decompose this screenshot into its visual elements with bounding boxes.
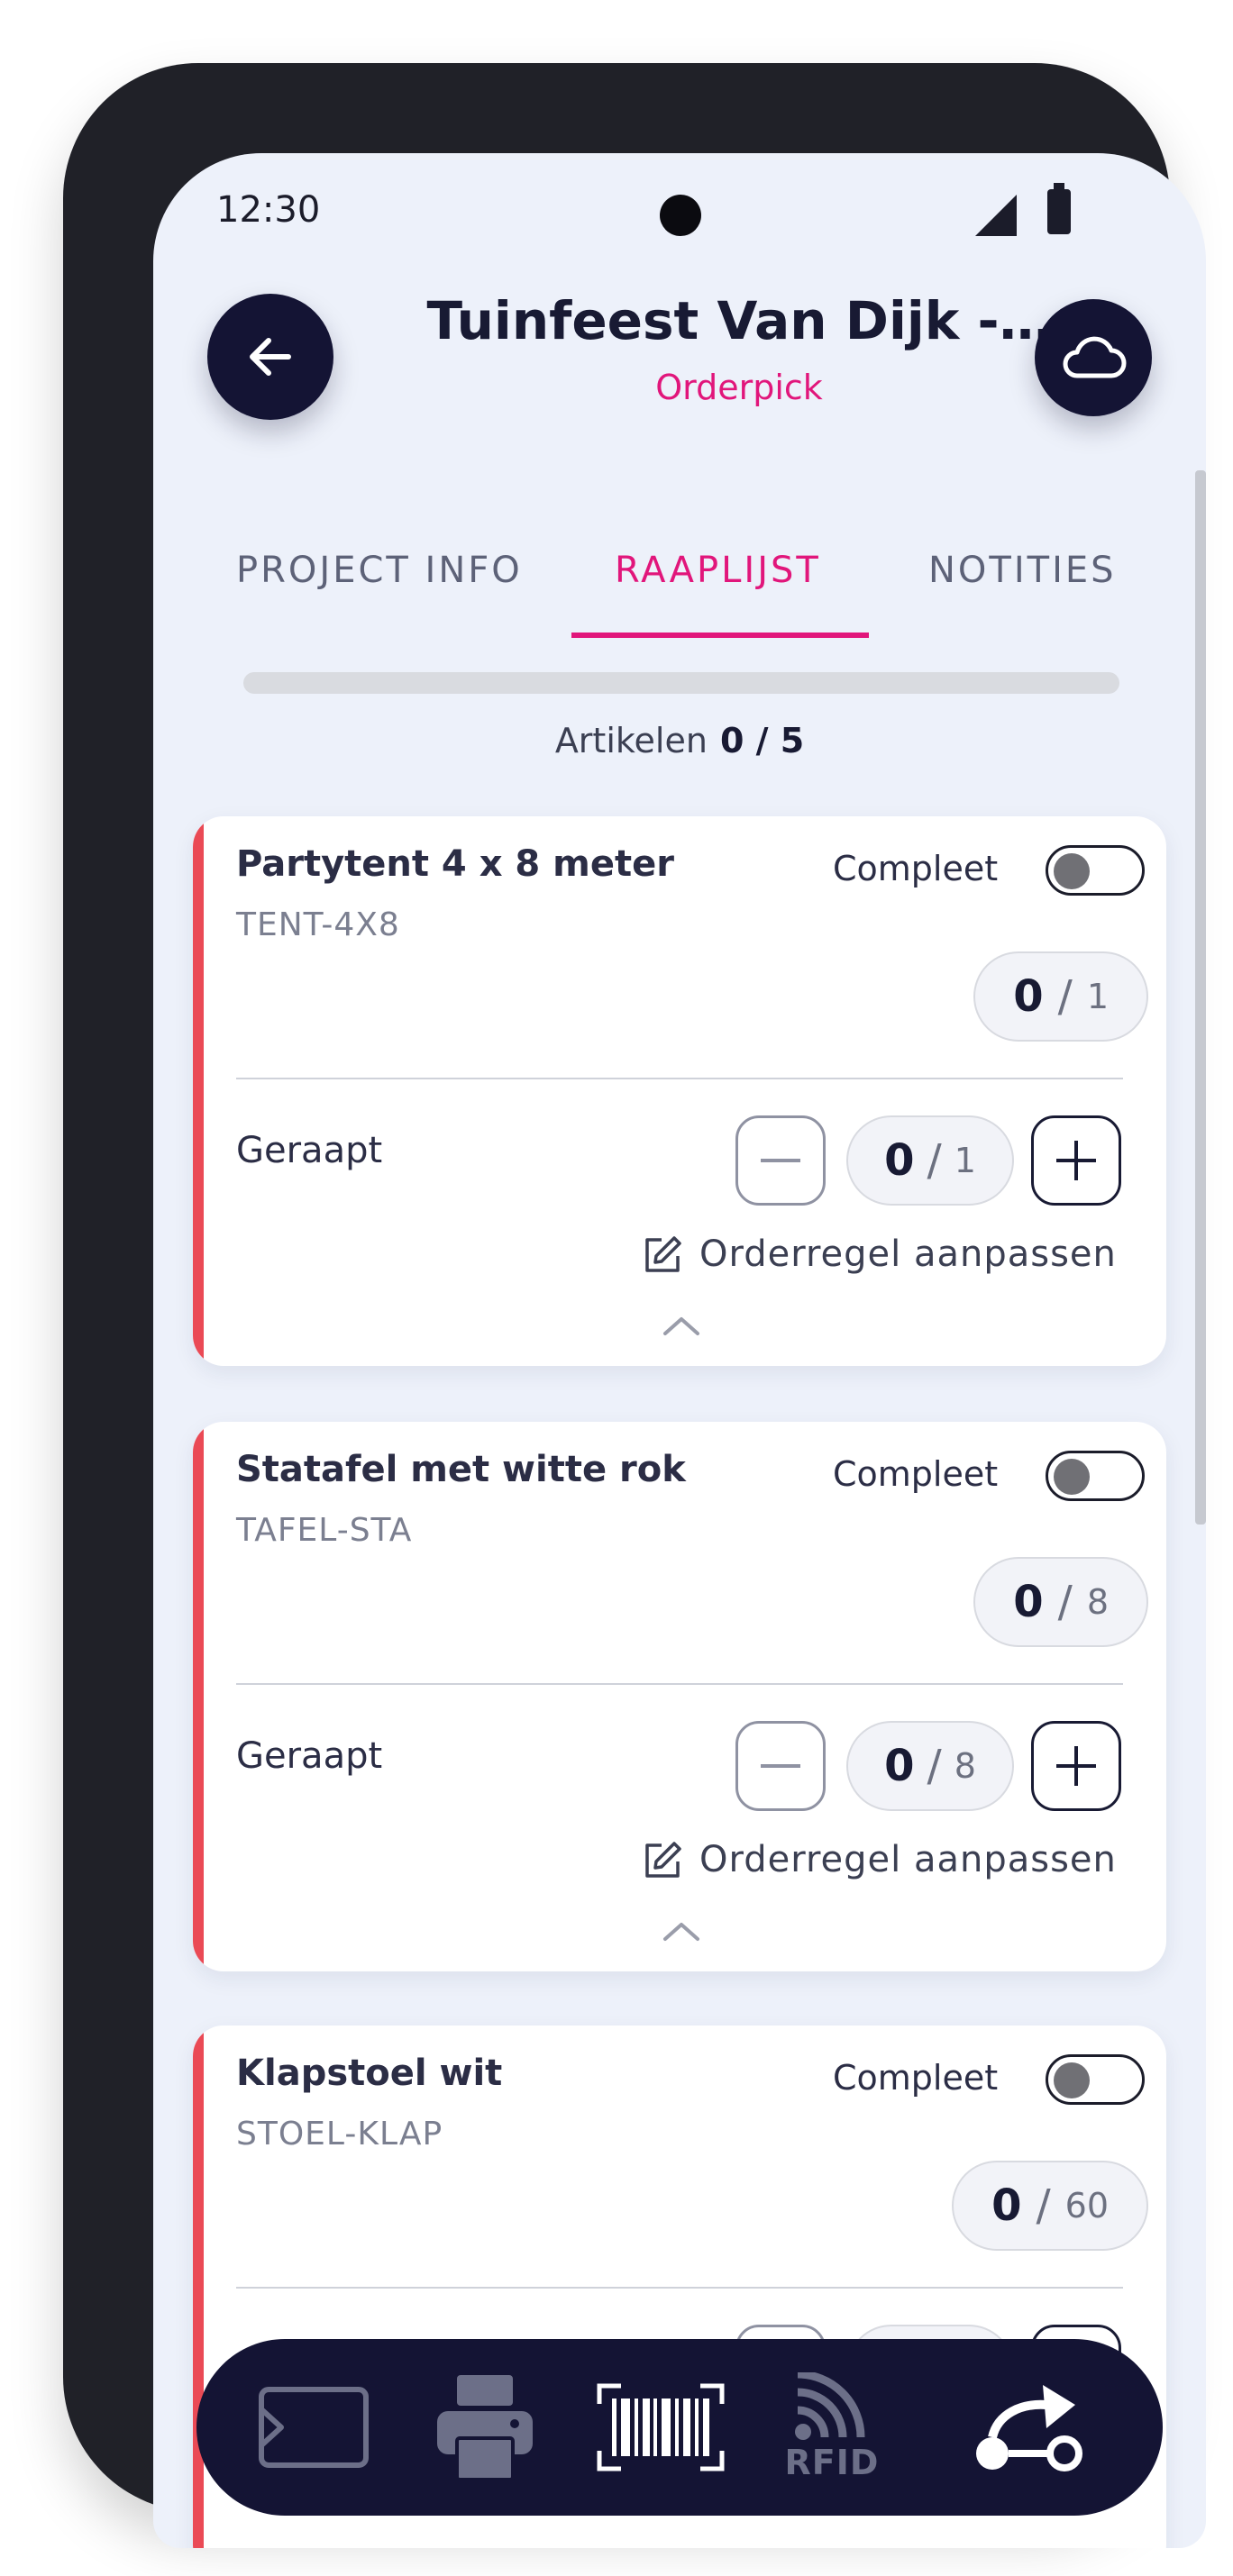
- plus-icon: [1056, 1141, 1096, 1180]
- route-button[interactable]: [936, 2339, 1125, 2516]
- barcode-scanner-icon: [597, 2383, 725, 2471]
- slash-separator: /: [927, 1135, 942, 1186]
- complete-label: Compleet: [833, 1454, 999, 1494]
- signal-icon: [975, 195, 1017, 236]
- cloud-sync-button[interactable]: [1035, 299, 1152, 416]
- complete-label: Compleet: [833, 849, 999, 888]
- decrement-button[interactable]: [735, 1721, 826, 1811]
- toggle-knob: [1054, 1459, 1090, 1495]
- rfid-label: RFID: [784, 2443, 880, 2482]
- item-sku: TAFEL-STA: [236, 1512, 413, 1549]
- item-name: Statafel met witte rok: [236, 1449, 686, 1490]
- article-count-label: Artikelen: [554, 721, 708, 760]
- item-picked-count: 0: [1013, 971, 1044, 1022]
- app-screen: 12:30 Tuinfeest Van Dijk -… Orderpick PR…: [153, 153, 1206, 2548]
- tab-raaplijst[interactable]: RAAPLIJST: [615, 550, 821, 591]
- article-count-value: 0 / 5: [719, 721, 805, 760]
- edit-orderline-link[interactable]: Orderregel aanpassen: [642, 1227, 1117, 1281]
- printer-icon: [437, 2375, 533, 2481]
- edit-icon: [645, 1236, 681, 1272]
- picked-label: Geraapt: [236, 1130, 383, 1171]
- active-tab-indicator: [571, 633, 869, 638]
- chevron-up-icon[interactable]: [662, 1919, 701, 1943]
- rfid-icon: [795, 2372, 865, 2440]
- camera-cutout: [660, 195, 701, 236]
- article-count: Artikelen 0 / 5: [153, 721, 1206, 760]
- minus-icon: [761, 1764, 800, 1768]
- progress-bar: [243, 672, 1119, 694]
- complete-toggle[interactable]: [1046, 845, 1145, 896]
- item-name: Klapstoel wit: [236, 2053, 503, 2094]
- item-total-pill: 0 / 60: [952, 2161, 1148, 2251]
- toggle-knob: [1054, 853, 1090, 889]
- complete-label: Compleet: [833, 2058, 999, 2098]
- slash-separator: /: [1057, 971, 1073, 1022]
- back-button[interactable]: [207, 294, 333, 420]
- arrow-left-icon: [250, 338, 291, 376]
- cloud-icon: [1063, 336, 1127, 378]
- page-subtitle: Orderpick: [655, 368, 823, 407]
- status-time: 12:30: [216, 189, 321, 231]
- increment-button[interactable]: [1031, 1721, 1121, 1811]
- tab-notities[interactable]: NOTITIES: [928, 550, 1117, 591]
- item-sku: STOEL-KLAP: [236, 2116, 443, 2153]
- slash-separator: /: [1057, 1577, 1073, 1627]
- toggle-knob: [1054, 2062, 1090, 2098]
- plus-icon: [1056, 1746, 1096, 1786]
- card-divider: [236, 2287, 1123, 2289]
- complete-toggle[interactable]: [1046, 2054, 1145, 2105]
- nfc-tag-button[interactable]: [233, 2339, 395, 2516]
- complete-toggle[interactable]: [1046, 1451, 1145, 1501]
- card-divider: [236, 1078, 1123, 1079]
- picked-total: 1: [954, 1141, 976, 1180]
- page-title: Tuinfeest Van Dijk -…: [426, 290, 1052, 351]
- item-total-count: 1: [1086, 977, 1109, 1016]
- item-sku: TENT-4X8: [236, 906, 400, 943]
- item-name: Partytent 4 x 8 meter: [236, 843, 674, 885]
- print-button[interactable]: [404, 2339, 566, 2516]
- picked-quantity: 0/ 8: [846, 1721, 1014, 1811]
- pick-item-card: Statafel met witte rok TAFEL-STA Complee…: [193, 1422, 1166, 1971]
- slash-separator: /: [1036, 2180, 1051, 2231]
- picked-quantity: 0/ 1: [846, 1115, 1014, 1206]
- item-picked-count: 0: [1013, 1577, 1044, 1627]
- card-divider: [236, 1683, 1123, 1685]
- edit-icon: [645, 1842, 681, 1878]
- bottom-action-bar: RFID: [196, 2339, 1163, 2516]
- item-total-pill: 0 / 8: [973, 1557, 1148, 1647]
- slash-separator: /: [927, 1741, 942, 1791]
- decrement-button[interactable]: [735, 1115, 826, 1206]
- picked-count: 0: [884, 1741, 915, 1791]
- scrollbar[interactable]: [1195, 470, 1206, 1525]
- item-total-pill: 0 / 1: [973, 951, 1148, 1042]
- battery-icon: [1047, 183, 1071, 234]
- item-picked-count: 0: [991, 2180, 1022, 2231]
- increment-button[interactable]: [1031, 1115, 1121, 1206]
- edit-orderline-label: Orderregel aanpassen: [699, 1233, 1117, 1275]
- route-icon: [976, 2385, 1082, 2471]
- pick-item-card: Partytent 4 x 8 meter TENT-4X8 Compleet …: [193, 816, 1166, 1366]
- phone-frame: 12:30 Tuinfeest Van Dijk -… Orderpick PR…: [63, 63, 1206, 2548]
- chevron-up-icon[interactable]: [662, 1314, 701, 1337]
- nfc-tag-icon: [259, 2387, 369, 2468]
- picked-label: Geraapt: [236, 1735, 383, 1777]
- tab-project-info[interactable]: PROJECT INFO: [236, 550, 523, 591]
- picked-count: 0: [884, 1135, 915, 1186]
- picked-total: 8: [954, 1746, 976, 1786]
- edit-orderline-link[interactable]: Orderregel aanpassen: [642, 1833, 1117, 1887]
- scan-barcode-button[interactable]: [575, 2339, 746, 2516]
- rfid-button[interactable]: RFID: [755, 2339, 909, 2516]
- item-total-count: 8: [1086, 1582, 1109, 1622]
- minus-icon: [761, 1159, 800, 1162]
- item-total-count: 60: [1064, 2186, 1109, 2226]
- edit-orderline-label: Orderregel aanpassen: [699, 1839, 1117, 1880]
